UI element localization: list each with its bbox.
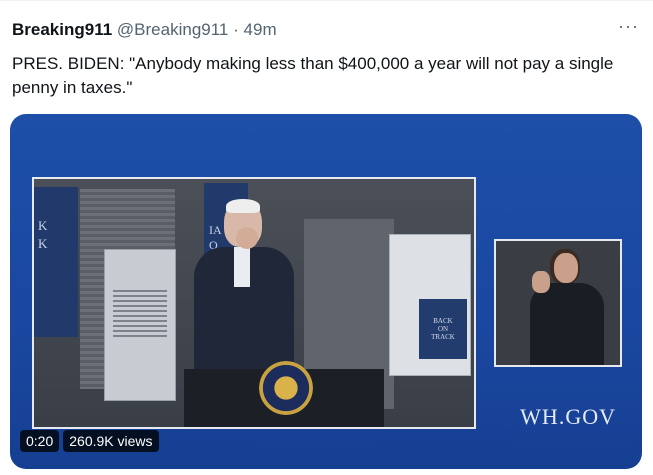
video-duration: 0:20: [20, 430, 60, 452]
top-divider: [0, 0, 653, 1]
tweet-time[interactable]: 49m: [244, 20, 277, 39]
video-views: 260.9K views: [63, 430, 159, 452]
sign-language-interpreter-frame: [494, 239, 622, 367]
tweet-text: PRES. BIDEN: "Anybody making less than $…: [12, 54, 614, 97]
video-stats-badge: 0:20 260.9K views: [20, 430, 159, 452]
presidential-seal-icon: [259, 361, 313, 415]
separator: ·: [233, 20, 239, 39]
background-banner-left: K K: [34, 187, 78, 337]
author-name[interactable]: Breaking911: [12, 20, 112, 39]
more-options-icon[interactable]: ···: [618, 16, 639, 37]
back-on-track-sign: BACK ON TRACK: [419, 299, 467, 359]
speaker: [184, 199, 294, 371]
video-player[interactable]: K K IA O N BACK ON TRACK WH.GOV 0:20 260…: [10, 114, 642, 469]
author-handle[interactable]: @Breaking911: [117, 20, 228, 39]
industrial-machine: [104, 249, 176, 401]
video-main-frame: K K IA O N BACK ON TRACK: [32, 177, 476, 429]
wh-gov-watermark: WH.GOV: [520, 404, 616, 429]
tweet-header: Breaking911 @Breaking911 · 49m: [12, 20, 277, 40]
